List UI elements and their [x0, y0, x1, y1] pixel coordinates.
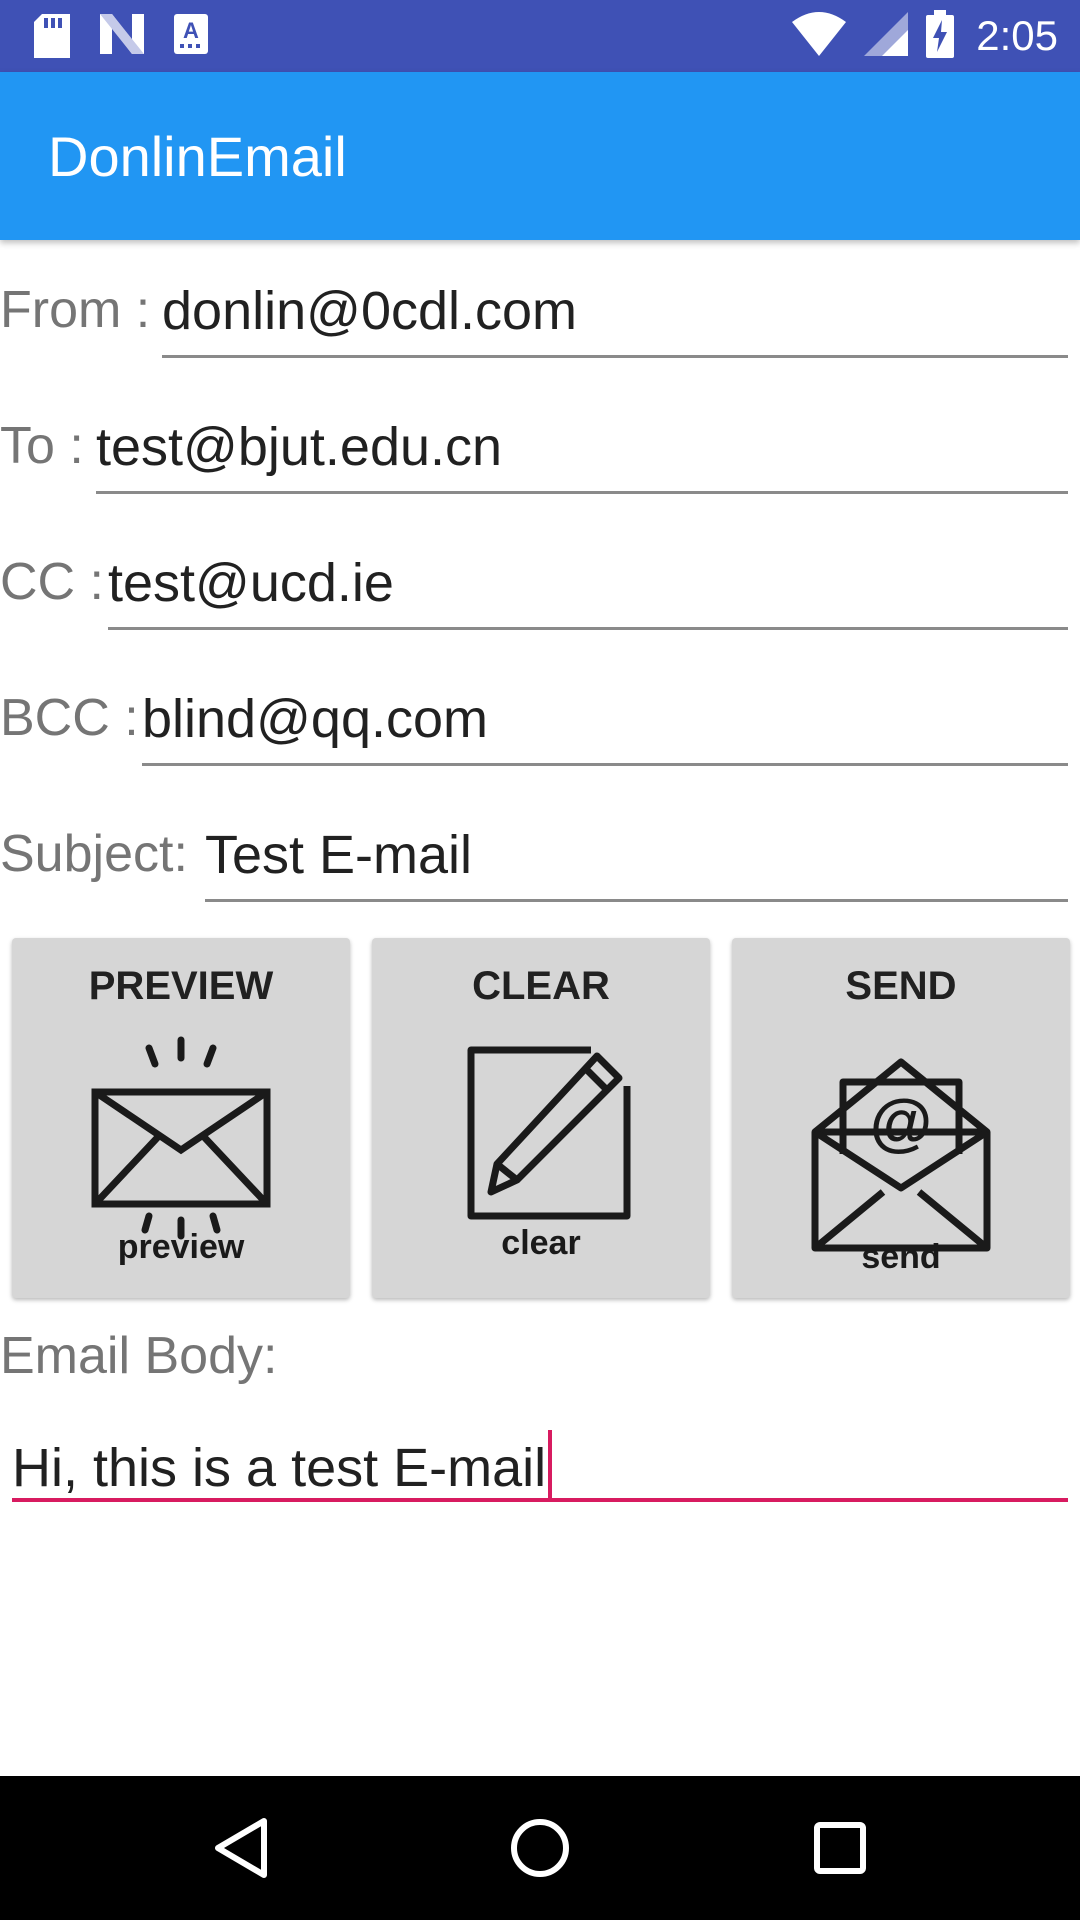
- battery-charging-icon: [926, 10, 955, 62]
- sd-card-icon: [34, 14, 70, 62]
- bcc-field[interactable]: [142, 684, 1068, 754]
- send-icon-caption: send: [861, 1238, 941, 1276]
- system-icons: 2:05: [792, 10, 1058, 62]
- from-field-container: [162, 262, 1068, 358]
- home-button[interactable]: [504, 1812, 576, 1884]
- cc-field[interactable]: [108, 548, 1068, 618]
- subject-field[interactable]: [205, 820, 1068, 890]
- from-field[interactable]: [162, 276, 1068, 346]
- svg-text:A: A: [183, 18, 199, 43]
- subject-label: Subject:: [0, 825, 188, 883]
- clear-button-label: CLEAR: [472, 964, 610, 1008]
- preview-icon-caption: preview: [117, 1228, 245, 1266]
- email-body-value-wrap: Hi, this is a test E-mail: [12, 1430, 553, 1500]
- preview-button[interactable]: PREVIEW preview: [12, 938, 350, 1298]
- clear-icon-caption: clear: [501, 1224, 581, 1262]
- cc-field-container: [108, 534, 1068, 630]
- subject-row: Subject:: [0, 806, 1080, 916]
- svg-text:@: @: [870, 1086, 932, 1158]
- from-label: From :: [0, 281, 151, 339]
- cc-label: CC :: [0, 553, 104, 611]
- n-notification-icon: [100, 14, 144, 62]
- signal-icon: [864, 12, 909, 60]
- send-button[interactable]: SEND @ send: [732, 938, 1070, 1298]
- status-bar: A 2:05: [0, 0, 1080, 72]
- a-notification-icon: A: [174, 14, 208, 62]
- recents-icon: [814, 1822, 866, 1874]
- bcc-field-container: [142, 670, 1068, 766]
- subject-field-container: [205, 806, 1068, 902]
- to-label: To :: [0, 417, 84, 475]
- notification-icons: A: [34, 14, 208, 62]
- email-body-text: Hi, this is a test E-mail: [12, 1438, 547, 1498]
- app-title: DonlinEmail: [48, 125, 347, 188]
- bcc-label: BCC :: [0, 689, 139, 747]
- to-row: To :: [0, 398, 1080, 508]
- clear-button[interactable]: CLEAR clear: [372, 938, 710, 1298]
- home-icon: [511, 1819, 569, 1877]
- wifi-icon: [792, 12, 847, 60]
- email-body-label: Email Body:: [0, 1327, 278, 1385]
- to-field[interactable]: [96, 412, 1068, 482]
- to-field-container: [96, 398, 1068, 494]
- status-time: 2:05: [976, 12, 1058, 59]
- app-bar: DonlinEmail: [0, 72, 1080, 240]
- text-cursor: [548, 1430, 553, 1500]
- from-row: From :: [0, 262, 1080, 372]
- preview-button-label: PREVIEW: [88, 964, 274, 1008]
- navigation-bar: [0, 1776, 1080, 1920]
- cc-row: CC :: [0, 534, 1080, 644]
- recents-button[interactable]: [804, 1812, 876, 1884]
- email-body-field[interactable]: Hi, this is a test E-mail: [12, 1406, 1068, 1502]
- back-button[interactable]: [204, 1812, 276, 1884]
- bcc-row: BCC :: [0, 670, 1080, 780]
- back-icon: [215, 1818, 267, 1878]
- send-button-label: SEND: [845, 964, 957, 1008]
